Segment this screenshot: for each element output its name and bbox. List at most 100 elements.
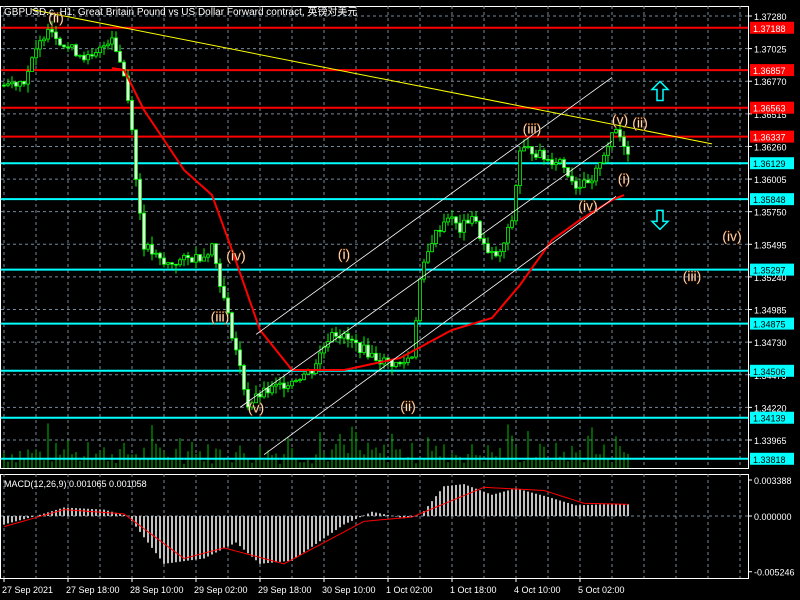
wave-label: (ii) <box>400 398 416 414</box>
candle-body <box>522 147 526 152</box>
candle-body <box>114 37 118 52</box>
macd-tick-label: 0.003388 <box>754 476 792 486</box>
candle-body <box>110 37 114 45</box>
candle-body <box>90 54 94 57</box>
candle-body <box>578 186 582 189</box>
price-tick-label: 1.34985 <box>754 306 787 316</box>
time-tick-label: 4 Oct 10:00 <box>514 585 561 595</box>
price-chart[interactable]: 1.372801.370251.367701.365151.362601.360… <box>0 0 800 600</box>
candle-body <box>206 254 210 258</box>
candle-body <box>170 262 174 265</box>
candle-body <box>462 219 466 233</box>
candle-body <box>22 80 26 85</box>
macd-pane-frame <box>0 474 749 579</box>
candle-body <box>582 179 586 188</box>
level-price-label: 1.36337 <box>753 133 786 143</box>
level-price-label: 1.33818 <box>753 455 786 465</box>
level-price-label: 1.35297 <box>753 266 786 276</box>
candle-body <box>42 38 46 42</box>
candle-body <box>314 363 318 374</box>
channel-line <box>255 77 613 335</box>
candle-body <box>70 44 74 48</box>
candle-body <box>222 286 226 299</box>
wave-label: (iv) <box>722 228 741 244</box>
wave-label: (i) <box>338 246 350 262</box>
macd-tick-label: -0.005246 <box>754 568 795 578</box>
candle-body <box>546 158 550 161</box>
candle-body <box>154 252 158 255</box>
arrow-up-icon <box>650 80 670 102</box>
candle-body <box>146 244 150 250</box>
candle-body <box>486 243 490 254</box>
candle-body <box>438 229 442 232</box>
candle-body <box>334 332 338 337</box>
candle-body <box>118 51 122 63</box>
candle-body <box>130 100 134 131</box>
candle-body <box>534 153 538 158</box>
price-tick-label: 1.35750 <box>754 208 787 218</box>
candle-body <box>502 242 506 252</box>
candle-body <box>474 216 478 222</box>
candle-body <box>274 383 278 387</box>
candle-body <box>150 244 154 255</box>
candle-body <box>102 45 106 48</box>
price-tick-label: 1.35495 <box>754 240 787 250</box>
candle-body <box>398 361 402 365</box>
candle-body <box>538 150 542 158</box>
candle-body <box>430 243 434 253</box>
candle-body <box>494 250 498 257</box>
candle-body <box>598 162 602 169</box>
wave-label: (v) <box>248 399 264 415</box>
candle-body <box>58 38 62 46</box>
candle-body <box>282 382 286 389</box>
candle-body <box>554 162 558 166</box>
time-tick-label: 5 Oct 02:00 <box>578 585 625 595</box>
candle-body <box>602 154 606 164</box>
candle-body <box>78 54 82 57</box>
candle-body <box>98 46 102 53</box>
wave-label: (i) <box>618 171 630 187</box>
candle-body <box>558 159 562 164</box>
candle-body <box>446 217 450 223</box>
candle-body <box>594 167 598 182</box>
candle-body <box>86 54 90 61</box>
candle-body <box>2 84 6 87</box>
price-tick-label: 1.36260 <box>754 142 787 152</box>
candle-body <box>6 83 10 86</box>
price-tick-label: 1.33965 <box>754 436 787 446</box>
candle-body <box>290 380 294 387</box>
candle-body <box>518 150 522 186</box>
candle-body <box>586 179 590 184</box>
candle-body <box>302 373 306 381</box>
time-tick-label: 29 Sep 18:00 <box>258 585 312 595</box>
candle-body <box>498 251 502 257</box>
candle-body <box>298 379 302 382</box>
candle-body <box>142 212 146 250</box>
candle-body <box>394 361 398 367</box>
candle-body <box>606 146 610 156</box>
time-tick-label: 30 Sep 10:00 <box>322 585 376 595</box>
candle-body <box>38 40 42 50</box>
candle-body <box>106 43 110 47</box>
price-tick-label: 1.36770 <box>754 77 787 87</box>
candle-body <box>426 251 430 263</box>
chart-title: GBPUSD.c, H1: Great Britain Pound vs US … <box>4 7 358 18</box>
candle-body <box>510 220 514 228</box>
price-tick-label: 1.34730 <box>754 338 787 348</box>
candle-body <box>134 129 138 180</box>
candle-body <box>34 48 38 59</box>
wave-label: (iii) <box>523 121 542 137</box>
candle-body <box>482 238 486 244</box>
candle-body <box>198 254 202 262</box>
candle-body <box>434 229 438 244</box>
candle-body <box>470 216 474 224</box>
candle-body <box>550 159 554 166</box>
candle-body <box>174 263 178 266</box>
candle-body <box>402 361 406 365</box>
candle-body <box>190 257 194 263</box>
wave-label: (v) <box>612 112 628 128</box>
candle-body <box>242 365 246 390</box>
wave-label: (iv) <box>226 247 245 263</box>
candle-body <box>266 387 270 394</box>
wave-label: (iii) <box>211 309 230 325</box>
